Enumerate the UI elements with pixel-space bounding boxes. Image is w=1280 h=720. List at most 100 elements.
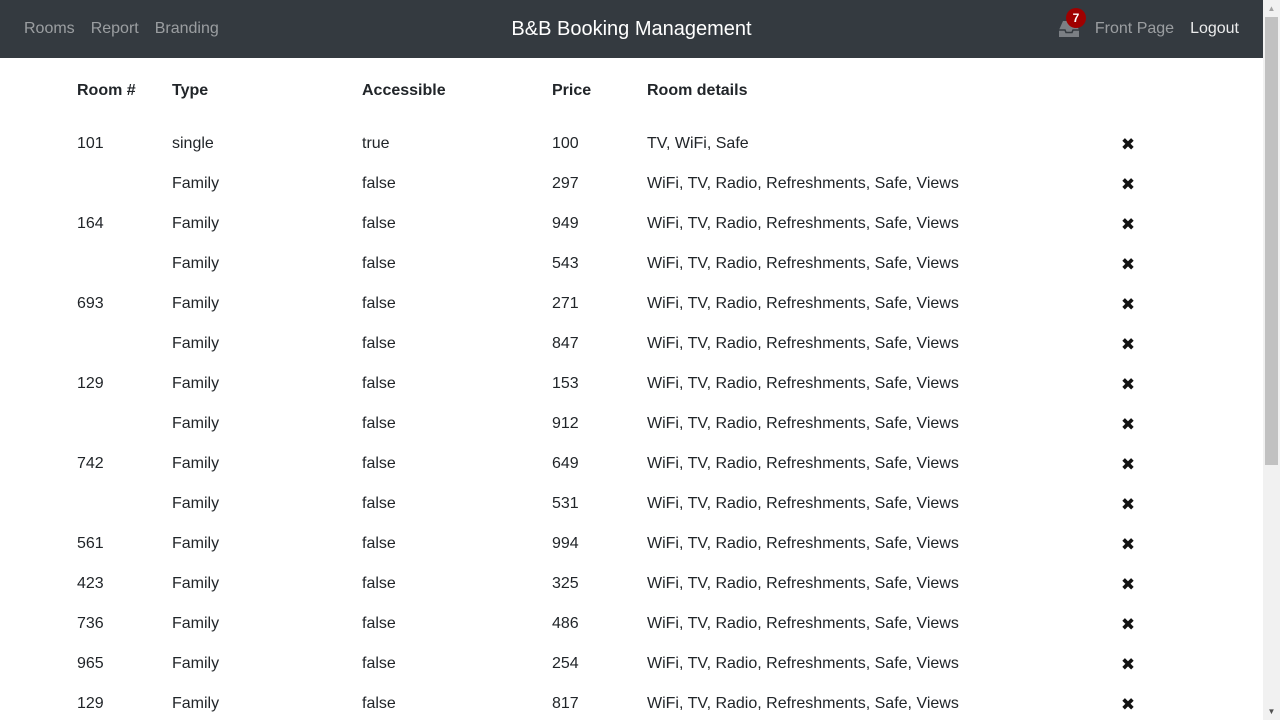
room-number: 129 (77, 695, 104, 712)
room-price: 297 (552, 175, 579, 192)
room-accessible: false (362, 415, 396, 432)
table-header-row: Room # Type Accessible Price Room detail… (77, 58, 1187, 124)
logout-link[interactable]: Logout (1190, 20, 1239, 38)
room-accessible: true (362, 135, 390, 152)
delete-room-button[interactable]: ✖ (1120, 404, 1136, 444)
scroll-up-arrow-icon[interactable]: ▲ (1263, 0, 1280, 17)
room-price: 847 (552, 335, 579, 352)
delete-room-button[interactable]: ✖ (1120, 524, 1136, 564)
room-price: 325 (552, 575, 579, 592)
room-details: WiFi, TV, Radio, Refreshments, Safe, Vie… (647, 455, 959, 472)
room-type: Family (172, 495, 220, 512)
room-price: 153 (552, 375, 579, 392)
delete-room-button[interactable]: ✖ (1120, 124, 1136, 164)
room-details: WiFi, TV, Radio, Refreshments, Safe, Vie… (647, 655, 959, 672)
room-details: WiFi, TV, Radio, Refreshments, Safe, Vie… (647, 615, 959, 632)
room-price: 486 (552, 615, 579, 632)
close-icon: ✖ (1120, 614, 1136, 634)
delete-room-button[interactable]: ✖ (1120, 444, 1136, 484)
close-icon: ✖ (1120, 574, 1136, 594)
delete-room-button[interactable]: ✖ (1120, 604, 1136, 644)
nav-link-report[interactable]: Report (91, 20, 139, 38)
room-accessible: false (362, 335, 396, 352)
nav-link-branding[interactable]: Branding (155, 20, 219, 38)
room-type: Family (172, 375, 220, 392)
nav-right: 7 Front Page Logout (1058, 0, 1239, 58)
close-icon: ✖ (1120, 694, 1136, 714)
room-number: 736 (77, 615, 104, 632)
room-details: TV, WiFi, Safe (647, 135, 749, 152)
delete-room-button[interactable]: ✖ (1120, 324, 1136, 364)
close-icon: ✖ (1120, 174, 1136, 194)
close-icon: ✖ (1120, 534, 1136, 554)
room-details: WiFi, TV, Radio, Refreshments, Safe, Vie… (647, 175, 959, 192)
delete-room-button[interactable]: ✖ (1120, 164, 1136, 204)
delete-room-button[interactable]: ✖ (1120, 484, 1136, 524)
table-row[interactable]: 164 Family false 949 WiFi, TV, Radio, Refres… (77, 204, 1187, 244)
header-price: Price (552, 82, 592, 99)
notification-badge: 7 (1065, 8, 1086, 28)
room-accessible: false (362, 175, 396, 192)
table-row[interactable]: 423 Family false 325 WiFi, TV, Radio, Refres… (77, 564, 1187, 604)
room-details: WiFi, TV, Radio, Refreshments, Safe, Vie… (647, 335, 959, 352)
table-row[interactable]: 101 single true 100 TV, WiFi, Safe ✖ (77, 124, 1187, 164)
delete-room-button[interactable]: ✖ (1120, 644, 1136, 684)
room-details: WiFi, TV, Radio, Refreshments, Safe, Vie… (647, 215, 959, 232)
room-accessible: false (362, 615, 396, 632)
room-price: 271 (552, 295, 579, 312)
delete-room-button[interactable]: ✖ (1120, 564, 1136, 604)
table-row[interactable]: 736 Family false 486 WiFi, TV, Radio, Refres… (77, 604, 1187, 644)
close-icon: ✖ (1120, 654, 1136, 674)
delete-room-button[interactable]: ✖ (1120, 684, 1136, 720)
delete-room-button[interactable]: ✖ (1120, 204, 1136, 244)
room-details: WiFi, TV, Radio, Refreshments, Safe, Vie… (647, 295, 959, 312)
table-row[interactable]: Family false 912 WiFi, TV, Radio, Refreshme… (77, 404, 1187, 444)
scroll-down-arrow-icon[interactable]: ▼ (1263, 703, 1280, 720)
brand-title[interactable]: B&B Booking Management (511, 18, 751, 41)
room-price: 994 (552, 535, 579, 552)
room-price: 649 (552, 455, 579, 472)
front-page-link[interactable]: Front Page (1095, 20, 1174, 38)
room-accessible: false (362, 575, 396, 592)
delete-room-button[interactable]: ✖ (1120, 364, 1136, 404)
table-row[interactable]: 965 Family false 254 WiFi, TV, Radio, Refres… (77, 644, 1187, 684)
room-type: Family (172, 695, 220, 712)
close-icon: ✖ (1120, 414, 1136, 434)
delete-room-button[interactable]: ✖ (1120, 284, 1136, 324)
close-icon: ✖ (1120, 494, 1136, 514)
table-row[interactable]: 561 Family false 994 WiFi, TV, Radio, Refres… (77, 524, 1187, 564)
vertical-scrollbar[interactable]: ▲ ▼ (1263, 0, 1280, 720)
table-row[interactable]: Family false 847 WiFi, TV, Radio, Refreshme… (77, 324, 1187, 364)
room-type: Family (172, 575, 220, 592)
table-row[interactable]: 742 Family false 649 WiFi, TV, Radio, Refres… (77, 444, 1187, 484)
room-type: Family (172, 415, 220, 432)
close-icon: ✖ (1120, 334, 1136, 354)
table-row[interactable]: 129 Family false 153 WiFi, TV, Radio, Refres… (77, 364, 1187, 404)
room-details: WiFi, TV, Radio, Refreshments, Safe, Vie… (647, 255, 959, 272)
room-type: Family (172, 615, 220, 632)
table-row[interactable]: 129 Family false 817 WiFi, TV, Radio, Refres… (77, 684, 1187, 720)
table-row[interactable]: Family false 531 WiFi, TV, Radio, Refreshme… (77, 484, 1187, 524)
room-number: 164 (77, 215, 104, 232)
room-number: 423 (77, 575, 104, 592)
table-row[interactable]: 693 Family false 271 WiFi, TV, Radio, Refres… (77, 284, 1187, 324)
scroll-thumb[interactable] (1265, 17, 1278, 465)
inbox-link[interactable]: 7 (1058, 8, 1086, 39)
close-icon: ✖ (1120, 214, 1136, 234)
room-accessible: false (362, 535, 396, 552)
room-accessible: false (362, 215, 396, 232)
nav-link-rooms[interactable]: Rooms (24, 20, 75, 38)
table-row[interactable]: Family false 543 WiFi, TV, Radio, Refreshme… (77, 244, 1187, 284)
top-navbar: Rooms Report Branding B&B Booking Manage… (0, 0, 1263, 58)
room-details: WiFi, TV, Radio, Refreshments, Safe, Vie… (647, 535, 959, 552)
room-price: 817 (552, 695, 579, 712)
room-number: 561 (77, 535, 104, 552)
delete-room-button[interactable]: ✖ (1120, 244, 1136, 284)
table-row[interactable]: Family false 297 WiFi, TV, Radio, Refreshme… (77, 164, 1187, 204)
room-price: 912 (552, 415, 579, 432)
room-price: 949 (552, 215, 579, 232)
close-icon: ✖ (1120, 134, 1136, 154)
table-body: 101 single true 100 TV, WiFi, Safe ✖ Family fal… (77, 124, 1187, 720)
room-accessible: false (362, 375, 396, 392)
room-accessible: false (362, 655, 396, 672)
